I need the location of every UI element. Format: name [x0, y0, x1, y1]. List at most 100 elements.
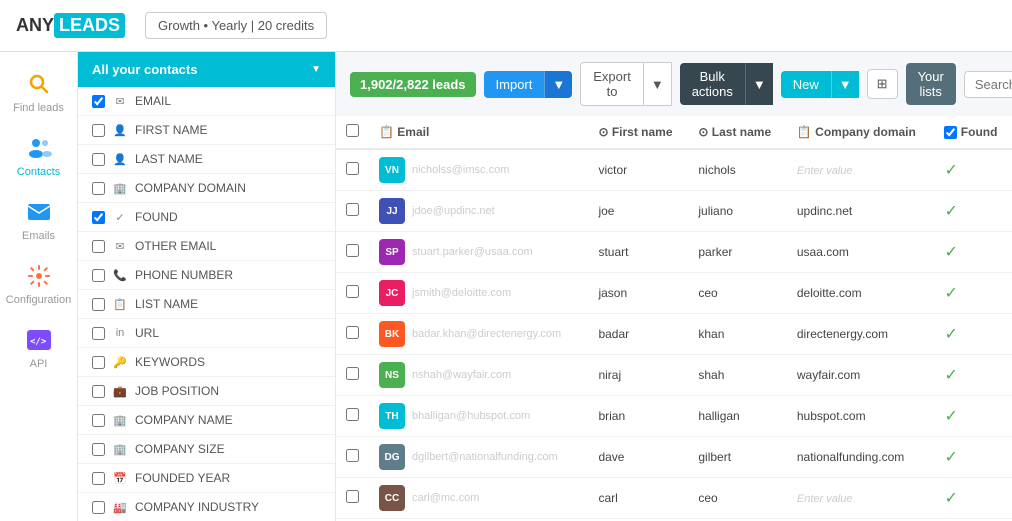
filter-item-keywords[interactable]: 🔑KEYWORDS: [78, 348, 335, 377]
filter-item-job-position[interactable]: 💼JOB POSITION: [78, 377, 335, 406]
cell-check-1[interactable]: [336, 191, 369, 232]
filter-item-found[interactable]: ✓FOUND: [78, 203, 335, 232]
filter-checkbox-company-name[interactable]: [92, 414, 105, 427]
import-dropdown-arrow[interactable]: ▼: [544, 71, 572, 98]
filter-checkbox-company-domain[interactable]: [92, 182, 105, 195]
select-all-checkbox[interactable]: [346, 124, 359, 137]
filter-checkbox-other-email[interactable]: [92, 240, 105, 253]
row-checkbox-8[interactable]: [346, 490, 359, 503]
filter-item-last-name[interactable]: 👤LAST NAME: [78, 145, 335, 174]
filter-item-company-size[interactable]: 🏢COMPANY SIZE: [78, 435, 335, 464]
filter-checkbox-phone-number[interactable]: [92, 269, 105, 282]
new-button[interactable]: New: [781, 71, 831, 98]
cell-check-0[interactable]: [336, 149, 369, 191]
row-checkbox-7[interactable]: [346, 449, 359, 462]
cell-email-5: NS nshah@wayfair.com: [369, 355, 588, 396]
filter-checkbox-found[interactable]: [92, 211, 105, 224]
table-row: BK badar.khan@directenergy.com badar kha…: [336, 314, 1012, 355]
row-checkbox-6[interactable]: [346, 408, 359, 421]
filter-item-other-email[interactable]: ✉OTHER EMAIL: [78, 232, 335, 261]
cell-check-8[interactable]: [336, 478, 369, 519]
cell-found-8: ✓: [934, 478, 1012, 519]
cell-check-5[interactable]: [336, 355, 369, 396]
export-button[interactable]: Export to: [580, 62, 644, 106]
cell-last-2: parker: [688, 232, 787, 273]
filter-item-founded-year[interactable]: 📅FOUNDED YEAR: [78, 464, 335, 493]
last-name-col-icon: ⊙: [698, 125, 708, 139]
filter-label-founded-year: FOUNDED YEAR: [135, 471, 230, 485]
icon-sidebar: Find leads Contacts: [0, 52, 78, 521]
filter-checkbox-last-name[interactable]: [92, 153, 105, 166]
cell-check-4[interactable]: [336, 314, 369, 355]
row-checkbox-3[interactable]: [346, 285, 359, 298]
filter-icon-company-name: 🏢: [112, 412, 128, 428]
filter-item-email[interactable]: ✉EMAIL: [78, 87, 335, 116]
cell-email-7: DG dgilbert@nationalfunding.com: [369, 437, 588, 478]
sidebar-item-contacts[interactable]: Contacts: [0, 124, 77, 188]
cell-email-4: BK badar.khan@directenergy.com: [369, 314, 588, 355]
email-text-4: badar.khan@directenergy.com: [412, 328, 561, 340]
your-lists-button[interactable]: Your lists: [906, 63, 956, 105]
columns-button[interactable]: ⊞: [867, 69, 898, 99]
avatar-8: CC: [379, 485, 405, 511]
export-dropdown-arrow[interactable]: ▼: [644, 62, 672, 106]
filter-item-company-industry[interactable]: 🏭COMPANY INDUSTRY: [78, 493, 335, 521]
bulk-actions-button[interactable]: Bulk actions: [680, 63, 745, 105]
emails-icon: [25, 198, 53, 226]
filter-checkbox-founded-year[interactable]: [92, 472, 105, 485]
row-checkbox-4[interactable]: [346, 326, 359, 339]
filter-item-list-name[interactable]: 📋LIST NAME: [78, 290, 335, 319]
email-text-0: nicholss@imsc.com: [412, 164, 509, 176]
cell-check-3[interactable]: [336, 273, 369, 314]
filter-checkbox-job-position[interactable]: [92, 385, 105, 398]
col-select-all[interactable]: [336, 116, 369, 149]
import-button[interactable]: Import: [484, 71, 545, 98]
email-col-icon: 📋: [379, 125, 394, 139]
found-check-icon: ✓: [944, 244, 957, 261]
filter-item-url[interactable]: inURL: [78, 319, 335, 348]
avatar-4: BK: [379, 321, 405, 347]
svg-text:</>: </>: [30, 337, 47, 347]
filter-item-company-domain[interactable]: 🏢COMPANY DOMAIN: [78, 174, 335, 203]
row-checkbox-2[interactable]: [346, 244, 359, 257]
row-checkbox-5[interactable]: [346, 367, 359, 380]
sidebar-item-api[interactable]: </> API: [0, 316, 77, 380]
cell-last-5: shah: [688, 355, 787, 396]
avatar-1: JJ: [379, 198, 405, 224]
search-box: [964, 71, 1012, 98]
email-text-7: dgilbert@nationalfunding.com: [412, 451, 558, 463]
found-col-checkbox[interactable]: [944, 126, 957, 139]
cell-domain-5: wayfair.com: [787, 355, 935, 396]
cell-last-4: khan: [688, 314, 787, 355]
cell-check-7[interactable]: [336, 437, 369, 478]
cell-domain-8: Enter value: [787, 478, 935, 519]
table-row: JC jsmith@deloitte.com jason ceo deloitt…: [336, 273, 1012, 314]
sidebar-item-configuration[interactable]: Configuration: [0, 252, 77, 316]
cell-check-2[interactable]: [336, 232, 369, 273]
col-email: 📋 Email: [369, 116, 588, 149]
filter-item-phone-number[interactable]: 📞PHONE NUMBER: [78, 261, 335, 290]
filter-checkbox-list-name[interactable]: [92, 298, 105, 311]
filter-checkbox-first-name[interactable]: [92, 124, 105, 137]
cell-check-6[interactable]: [336, 396, 369, 437]
new-dropdown-arrow[interactable]: ▼: [831, 71, 859, 98]
filter-checkbox-company-size[interactable]: [92, 443, 105, 456]
filter-checkbox-url[interactable]: [92, 327, 105, 340]
filter-item-company-name[interactable]: 🏢COMPANY NAME: [78, 406, 335, 435]
cell-found-2: ✓: [934, 232, 1012, 273]
search-input[interactable]: [964, 71, 1012, 98]
filter-item-first-name[interactable]: 👤FIRST NAME: [78, 116, 335, 145]
filter-header[interactable]: All your contacts ▼: [78, 52, 335, 87]
row-checkbox-0[interactable]: [346, 162, 359, 175]
filter-checkbox-email[interactable]: [92, 95, 105, 108]
avatar-6: TH: [379, 403, 405, 429]
row-checkbox-1[interactable]: [346, 203, 359, 216]
filter-checkbox-keywords[interactable]: [92, 356, 105, 369]
bulk-dropdown-arrow[interactable]: ▼: [745, 63, 773, 105]
cell-first-1: joe: [588, 191, 688, 232]
emails-label: Emails: [22, 230, 55, 242]
sidebar-item-find-leads[interactable]: Find leads: [0, 60, 77, 124]
sidebar-item-emails[interactable]: Emails: [0, 188, 77, 252]
filter-icon-first-name: 👤: [112, 122, 128, 138]
filter-checkbox-company-industry[interactable]: [92, 501, 105, 514]
